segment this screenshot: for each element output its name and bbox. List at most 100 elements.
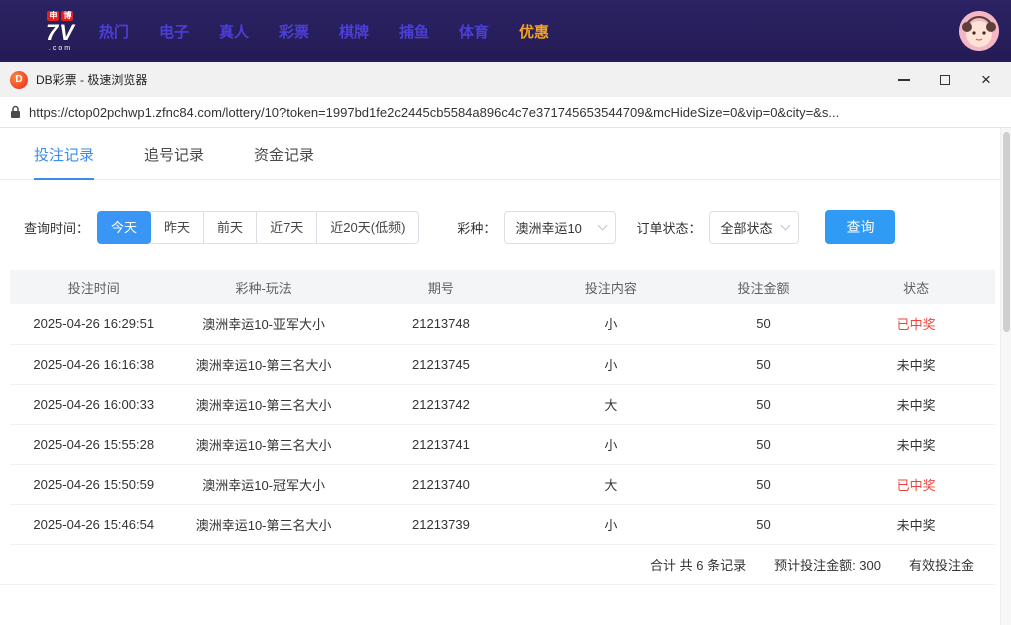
bet-time-cell: 2025-04-26 16:16:38 <box>10 344 178 385</box>
filter-today-button[interactable]: 今天 <box>97 210 152 244</box>
window-title: DB彩票 - 极速浏览器 <box>36 73 148 87</box>
lottery-type-label: 彩种： <box>457 220 497 236</box>
status-cell: 未中奖 <box>837 344 995 385</box>
header-status: 状态 <box>837 270 995 304</box>
table-row[interactable]: 2025-04-26 16:29:51 澳洲幸运10-亚军大小 21213748… <box>10 304 995 345</box>
logo-main-text: 7V <box>46 19 75 45</box>
table-header-row: 投注时间 彩种-玩法 期号 投注内容 投注金额 状态 <box>10 270 995 304</box>
table-row[interactable]: 2025-04-26 15:46:54 澳洲幸运10-第三名大小 2121373… <box>10 504 995 545</box>
issue-cell: 21213745 <box>349 344 533 385</box>
close-button[interactable]: × <box>979 71 993 88</box>
bet-time-cell: 2025-04-26 15:50:59 <box>10 464 178 505</box>
valid-amount-label: 有效投注金 <box>909 557 975 573</box>
url-text[interactable]: https://ctop02pchwp1.zfnc84.com/lottery/… <box>29 105 839 120</box>
lottery-select[interactable]: 澳洲幸运10 <box>504 210 617 244</box>
avatar-girl-icon <box>959 11 999 51</box>
bet-content-cell: 大 <box>532 384 690 425</box>
game-play-cell: 澳洲幸运10-冠军大小 <box>177 464 350 505</box>
status-cell: 未中奖 <box>837 424 995 465</box>
top-navigation: 热门 电子 真人 彩票 棋牌 捕鱼 体育 优惠 <box>99 21 549 42</box>
browser-titlebar: D DB彩票 - 极速浏览器 × <box>0 62 1011 97</box>
game-play-cell: 澳洲幸运10-第三名大小 <box>177 504 350 545</box>
nav-item-lottery[interactable]: 彩票 <box>279 21 309 42</box>
header-game-play: 彩种-玩法 <box>177 270 350 304</box>
bet-amount-cell: 50 <box>689 304 838 345</box>
order-status-label: 订单状态： <box>636 220 702 236</box>
bet-time-cell: 2025-04-26 15:55:28 <box>10 424 178 465</box>
filter-bar: 查询时间： 今天 昨天 前天 近7天 近20天(低频) 彩种： 澳洲幸运10 订… <box>0 180 1011 244</box>
bet-time-cell: 2025-04-26 16:29:51 <box>10 304 178 345</box>
table-row[interactable]: 2025-04-26 16:16:38 澳洲幸运10-第三名大小 2121374… <box>10 344 995 385</box>
bet-content-cell: 小 <box>532 504 690 545</box>
bet-time-cell: 2025-04-26 16:00:33 <box>10 384 178 425</box>
nav-item-live[interactable]: 真人 <box>219 21 249 42</box>
nav-item-chess[interactable]: 棋牌 <box>339 21 369 42</box>
nav-item-sports[interactable]: 体育 <box>459 21 489 42</box>
lottery-records-page: 投注记录 追号记录 资金记录 查询时间： 今天 昨天 前天 近7天 近20天(低… <box>0 128 1011 625</box>
vertical-scrollbar[interactable] <box>1000 128 1011 625</box>
game-play-cell: 澳洲幸运10-第三名大小 <box>177 424 350 465</box>
table-row[interactable]: 2025-04-26 16:00:33 澳洲幸运10-第三名大小 2121374… <box>10 384 995 425</box>
order-status-value: 全部状态 <box>720 220 773 236</box>
window-controls: × <box>897 71 1001 88</box>
bet-amount-cell: 50 <box>689 504 838 545</box>
casino-topbar: 申 博 7V .com 热门 电子 真人 彩票 棋牌 捕鱼 体育 优惠 <box>0 0 1011 62</box>
tab-fund-records[interactable]: 资金记录 <box>254 144 314 179</box>
bet-amount-cell: 50 <box>689 424 838 465</box>
db-lottery-app-icon: D <box>10 70 28 89</box>
game-play-cell: 澳洲幸运10-第三名大小 <box>177 384 350 425</box>
issue-cell: 21213740 <box>349 464 533 505</box>
filter-20days-button[interactable]: 近20天(低频) <box>316 210 420 244</box>
time-range-group: 今天 昨天 前天 近7天 近20天(低频) <box>97 210 420 244</box>
order-status-select[interactable]: 全部状态 <box>709 210 800 244</box>
status-cell: 已中奖 <box>837 304 995 345</box>
table-row[interactable]: 2025-04-26 15:50:59 澳洲幸运10-冠军大小 21213740… <box>10 464 995 505</box>
user-avatar[interactable] <box>959 11 999 51</box>
brand-logo[interactable]: 申 博 7V .com <box>46 10 75 52</box>
nav-item-fishing[interactable]: 捕鱼 <box>399 21 429 42</box>
nav-item-electronic[interactable]: 电子 <box>159 21 189 42</box>
status-cell: 已中奖 <box>837 464 995 505</box>
chevron-down-icon <box>597 220 608 230</box>
expected-amount-label: 预计投注金额: 300 <box>774 557 881 573</box>
table-row[interactable]: 2025-04-26 15:55:28 澳洲幸运10-第三名大小 2121374… <box>10 424 995 465</box>
nav-item-promotions[interactable]: 优惠 <box>519 21 549 42</box>
maximize-button[interactable] <box>938 73 952 87</box>
bet-content-cell: 大 <box>532 464 690 505</box>
status-cell: 未中奖 <box>837 384 995 425</box>
logo-badge-2: 博 <box>61 10 74 21</box>
filter-day-before-button[interactable]: 前天 <box>203 210 258 244</box>
game-play-cell: 澳洲幸运10-第三名大小 <box>177 344 350 385</box>
tab-chase-records[interactable]: 追号记录 <box>144 144 204 179</box>
brand-logo-badges: 申 博 <box>47 10 74 21</box>
lock-icon <box>11 105 20 118</box>
query-time-label: 查询时间： <box>24 220 90 236</box>
query-button[interactable]: 查询 <box>825 210 896 244</box>
issue-cell: 21213742 <box>349 384 533 425</box>
header-bet-time: 投注时间 <box>10 270 178 304</box>
filter-7days-button[interactable]: 近7天 <box>256 210 318 244</box>
tab-bar: 投注记录 追号记录 资金记录 <box>0 128 1011 180</box>
status-cell: 未中奖 <box>837 504 995 545</box>
header-bet-amount: 投注金额 <box>689 270 838 304</box>
game-play-cell: 澳洲幸运10-亚军大小 <box>177 304 350 345</box>
logo-sub-text: .com <box>48 44 73 52</box>
bet-records-table: 投注时间 彩种-玩法 期号 投注内容 投注金额 状态 2025-04-26 16… <box>10 270 995 545</box>
scrollbar-thumb[interactable] <box>1003 132 1010 332</box>
address-bar[interactable]: https://ctop02pchwp1.zfnc84.com/lottery/… <box>0 97 1011 128</box>
bet-amount-cell: 50 <box>689 384 838 425</box>
bet-amount-cell: 50 <box>689 344 838 385</box>
header-issue: 期号 <box>349 270 533 304</box>
issue-cell: 21213739 <box>349 504 533 545</box>
total-records-label: 合计 共 6 条记录 <box>650 557 747 573</box>
minimize-button[interactable] <box>897 73 911 87</box>
tab-bet-records[interactable]: 投注记录 <box>34 144 95 180</box>
chevron-down-icon <box>781 220 791 230</box>
nav-item-hot[interactable]: 热门 <box>99 21 129 42</box>
summary-bar: 合计 共 6 条记录 预计投注金额: 300 有效投注金 <box>0 545 995 585</box>
issue-cell: 21213741 <box>349 424 533 465</box>
header-bet-content: 投注内容 <box>532 270 690 304</box>
issue-cell: 21213748 <box>349 304 533 345</box>
filter-yesterday-button[interactable]: 昨天 <box>150 210 205 244</box>
bet-time-cell: 2025-04-26 15:46:54 <box>10 504 178 545</box>
